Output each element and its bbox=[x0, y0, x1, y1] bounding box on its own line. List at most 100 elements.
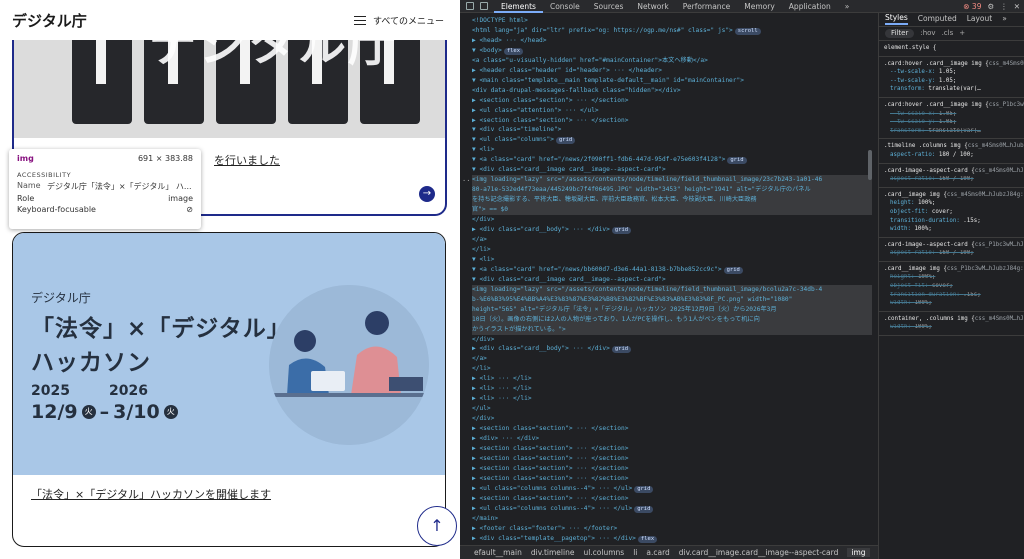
breadcrumb-item[interactable]: li bbox=[633, 548, 637, 557]
device-toolbar-icon[interactable] bbox=[480, 2, 488, 10]
layout-badge[interactable]: grid bbox=[634, 485, 654, 493]
site-logo[interactable]: デジタル庁 bbox=[12, 10, 87, 31]
dom-node-row[interactable]: </a> bbox=[472, 235, 872, 245]
dom-node-row[interactable]: <img loading="lazy" src="/assets/content… bbox=[472, 284, 872, 295]
dom-node-row[interactable]: </div> bbox=[472, 215, 872, 225]
style-declaration[interactable]: object-fit: cover; bbox=[884, 208, 1019, 217]
dom-node-row[interactable]: ▶ <footer class="footer"> ··· </footer> bbox=[472, 524, 872, 534]
style-declaration[interactable]: width: 100%; bbox=[884, 299, 1019, 308]
style-declaration[interactable]: width: 100%; bbox=[884, 323, 1019, 332]
tab-console[interactable]: Console bbox=[543, 0, 587, 13]
dom-node-row[interactable]: ▼ <body> flex bbox=[472, 46, 872, 56]
dom-node-row[interactable]: ▼ <div class="card__image card__image--a… bbox=[472, 275, 872, 285]
style-declaration[interactable]: width: 100%; bbox=[884, 225, 1019, 234]
dom-node-row[interactable]: 80-a71e-532ed4f73eaa/445249bc7f4f06495.J… bbox=[472, 185, 872, 196]
dom-node-row[interactable]: 官"> == $0 bbox=[472, 205, 872, 216]
layout-badge[interactable]: grid bbox=[555, 137, 576, 145]
dom-node-row[interactable]: ▶ <section class="section"> ··· </sectio… bbox=[472, 444, 872, 454]
dom-node-row[interactable]: </main> bbox=[472, 514, 872, 524]
dom-node-row[interactable]: ▼ <ul class="columns"> grid bbox=[472, 135, 872, 145]
tab-layout[interactable]: Layout bbox=[967, 15, 993, 24]
dom-node-row[interactable]: かうイラストが描かれている。"> bbox=[472, 324, 872, 335]
style-rule[interactable]: .card:hover .card__image img {css_P1bc3w… bbox=[879, 98, 1024, 140]
dom-node-row[interactable]: ▶ <li> ··· </li> bbox=[472, 384, 872, 394]
tab-styles[interactable]: Styles bbox=[885, 14, 908, 25]
dom-node-row[interactable]: <a class="u-visually-hidden" href="#main… bbox=[472, 56, 872, 66]
hover-state-toggle[interactable]: :hov bbox=[920, 29, 935, 38]
dom-node-row[interactable]: ▶ <section class="section"> ··· </sectio… bbox=[472, 116, 872, 126]
dom-node-row[interactable]: 10日（火）。画像の右側には2人の人物が座っており、1人がPCを操作し、もう1人… bbox=[472, 314, 872, 325]
breadcrumb-item[interactable]: img bbox=[847, 548, 870, 557]
breadcrumb-item[interactable]: a.card bbox=[646, 548, 669, 557]
breadcrumb-item[interactable]: ul.columns bbox=[583, 548, 624, 557]
dom-tree[interactable]: <!DOCTYPE html> <html lang="ja" dir="ltr"… bbox=[472, 16, 872, 544]
style-declaration[interactable]: --tw-scale-x: 1.05; bbox=[884, 68, 1019, 77]
dom-node-row[interactable]: ▶ <section class="section"> ··· </sectio… bbox=[472, 424, 872, 434]
layout-badge[interactable]: grid bbox=[611, 346, 632, 354]
layout-badge[interactable]: scroll bbox=[734, 27, 761, 35]
style-declaration[interactable]: transform: translate(var(… bbox=[884, 85, 1019, 94]
dom-node-row[interactable]: ▼ <div class="timeline"> bbox=[472, 125, 872, 135]
style-declaration[interactable]: transition-duration: .15s; bbox=[884, 291, 1019, 300]
dom-node-row[interactable]: ▶ <ul class="columns columns--4"> ··· </… bbox=[472, 504, 872, 514]
dom-node-row[interactable]: ▶ <section class="section"> ··· </sectio… bbox=[472, 494, 872, 504]
dom-node-row[interactable]: ▼ <li> bbox=[472, 255, 872, 265]
dom-node-row[interactable]: ▼ <a class="card" href="/news/2f090ff1-f… bbox=[472, 155, 872, 165]
style-declaration[interactable]: transform: translate(var(… bbox=[884, 127, 1019, 136]
dom-node-row[interactable]: height="565" alt="デジタル庁「法令」×「デジタル」ハッカソン … bbox=[472, 304, 872, 315]
dom-node-row[interactable]: </a> bbox=[472, 354, 872, 364]
dom-node-row[interactable]: <!DOCTYPE html> bbox=[472, 16, 872, 26]
dom-node-row[interactable]: ▶ <section class="section"> ··· </sectio… bbox=[472, 474, 872, 484]
layout-badge[interactable]: flex bbox=[637, 535, 658, 543]
layout-badge[interactable]: grid bbox=[723, 266, 743, 274]
global-menu-button[interactable]: すべてのメニュー bbox=[353, 14, 444, 27]
dom-node-row[interactable]: ▶ <section class="section"> ··· </sectio… bbox=[472, 464, 872, 474]
news-card-2[interactable]: デジタル庁 「法令」×「デジタル」 ハッカソン 2025 2026 12/9 火… bbox=[12, 232, 446, 547]
dom-node-row[interactable]: <img loading="lazy" src="/assets/content… bbox=[472, 175, 872, 186]
style-source-link[interactable]: css_m4Sms0M…hJubzJ84g:3 bbox=[989, 60, 1024, 69]
style-declaration[interactable]: height: 100%; bbox=[884, 273, 1019, 282]
style-source-link[interactable]: css_m4Sms0M…hJubzJ84g:2 bbox=[975, 167, 1024, 176]
dom-node-row[interactable]: </li> bbox=[472, 245, 872, 255]
dom-node-row[interactable]: ▶ <section class="section"> ··· </sectio… bbox=[472, 96, 872, 106]
dom-node-row[interactable]: ▶ <div> ··· </div> bbox=[472, 434, 872, 444]
style-declaration[interactable]: aspect-ratio: 160 / 100; bbox=[884, 249, 1019, 258]
tab-memory[interactable]: Memory bbox=[737, 0, 782, 13]
layout-badge[interactable]: grid bbox=[634, 505, 654, 513]
layout-badge[interactable]: grid bbox=[611, 227, 632, 235]
style-rule[interactable]: .card-image--aspect-card {css_m4Sms0M…hJ… bbox=[879, 164, 1024, 188]
tab-performance[interactable]: Performance bbox=[676, 0, 738, 13]
dom-node-row[interactable]: ▼ <a class="card" href="/news/bb600d7-d3… bbox=[472, 265, 872, 275]
tab-sources[interactable]: Sources bbox=[587, 0, 631, 13]
style-declaration[interactable]: --tw-scale-y: 1.05; bbox=[884, 118, 1019, 127]
dom-node-row[interactable]: <div data-drupal-messages-fallback class… bbox=[472, 86, 872, 96]
back-to-top-icon[interactable]: ↑ bbox=[417, 506, 457, 546]
layout-badge[interactable]: flex bbox=[503, 47, 524, 55]
tab-application[interactable]: Application bbox=[782, 0, 838, 13]
dom-node-row[interactable]: ▶ <section class="section"> ··· </sectio… bbox=[472, 454, 872, 464]
dom-node-row[interactable]: </ul> bbox=[472, 404, 872, 414]
kebab-menu-icon[interactable]: ⋮ bbox=[1000, 2, 1008, 11]
style-source-link[interactable]: css_P1bc3wM…hJubzJ84g:2 bbox=[975, 241, 1024, 250]
style-rule[interactable]: .timeline .columns img {css_m4Sms0M…hJub… bbox=[879, 139, 1024, 164]
dom-node-row[interactable]: ▶ <head> ··· </head> bbox=[472, 36, 872, 46]
tab-computed[interactable]: Computed bbox=[918, 15, 957, 24]
new-rule-button[interactable]: + bbox=[959, 29, 965, 38]
news-card-1-title[interactable]: を行いました bbox=[214, 152, 280, 168]
style-declaration[interactable]: --tw-scale-x: 1.05; bbox=[884, 110, 1019, 119]
breadcrumb-item[interactable]: div.timeline bbox=[531, 548, 575, 557]
news-card-2-title[interactable]: 「法令」×「デジタル」ハッカソンを開催します bbox=[31, 486, 271, 502]
style-rule[interactable]: .card:hover .card__image img {css_m4Sms0… bbox=[879, 57, 1024, 98]
dom-node-row[interactable]: ▶ <li> ··· </li> bbox=[472, 374, 872, 384]
tab-elements[interactable]: Elements bbox=[494, 0, 543, 13]
style-rule[interactable]: .card__image img {css_P1bc3wM…hJubzJ84g:… bbox=[879, 262, 1024, 312]
breadcrumb-item[interactable]: div.card__image.card__image--aspect-card bbox=[679, 548, 839, 557]
dom-node-row[interactable]: ▶ <div class="card__body"> ··· </div> gri… bbox=[472, 225, 872, 235]
dom-node-row[interactable]: b-%E6%B3%95%E4%BB%A4%E3%83%87%E3%82%B8%E… bbox=[472, 294, 872, 305]
dom-node-row[interactable]: ▼ <main class="template__main template-d… bbox=[472, 76, 872, 86]
layout-badge[interactable]: grid bbox=[727, 157, 747, 165]
style-declaration[interactable]: object-fit: cover; bbox=[884, 282, 1019, 291]
more-styles-tabs-icon[interactable]: » bbox=[1002, 15, 1007, 24]
style-declaration[interactable]: aspect-ratio: 180 / 100; bbox=[884, 151, 1019, 160]
style-source-link[interactable]: css_m4Sms0M…hJubzJ84g:3 bbox=[968, 142, 1024, 151]
